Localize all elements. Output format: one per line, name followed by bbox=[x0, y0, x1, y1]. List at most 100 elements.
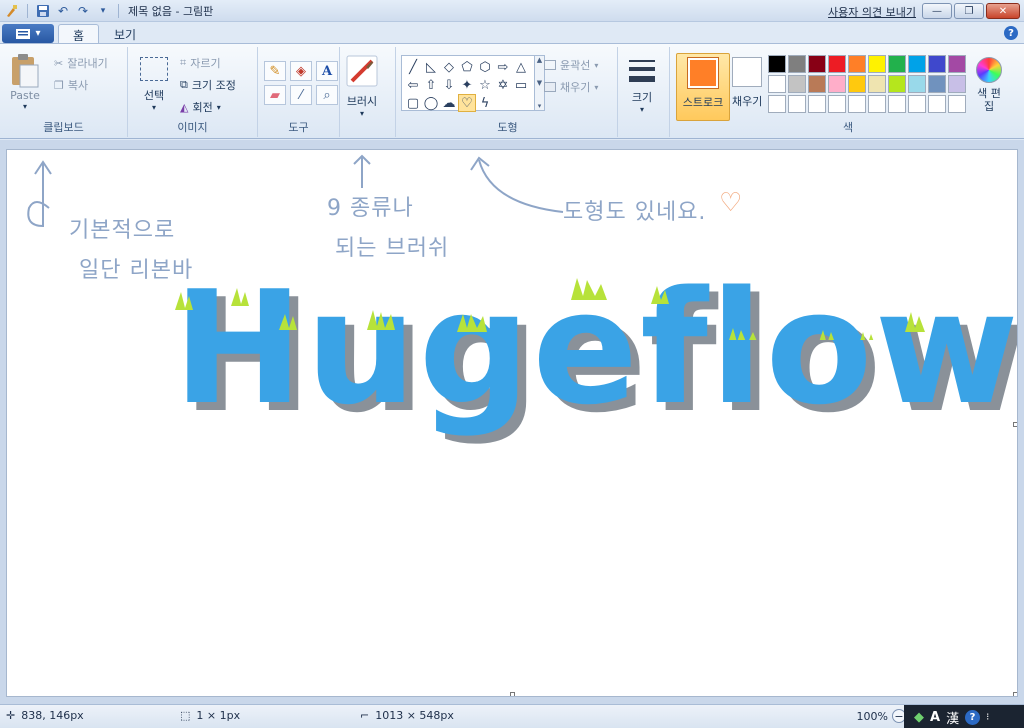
close-button[interactable]: ✕ bbox=[986, 3, 1020, 19]
color-swatch[interactable] bbox=[888, 55, 906, 73]
resize-button[interactable]: ⧉ 크기 조정 bbox=[180, 77, 236, 93]
color-swatch[interactable] bbox=[768, 75, 786, 93]
rotate-button[interactable]: ◭ 회전 ▾ bbox=[180, 99, 221, 115]
color-swatch[interactable] bbox=[848, 55, 866, 73]
copy-button[interactable]: ❐ 복사 bbox=[54, 77, 88, 93]
undo-icon[interactable]: ↶ bbox=[55, 3, 71, 19]
hexagon-shape-icon[interactable]: ⬡ bbox=[476, 58, 494, 76]
cloud-callout-shape-icon[interactable]: ☁ bbox=[440, 94, 458, 112]
right-arrow-shape-icon[interactable]: ⇨ bbox=[494, 58, 512, 76]
color-swatch[interactable] bbox=[768, 55, 786, 73]
color-swatch[interactable] bbox=[908, 55, 926, 73]
color-swatch[interactable] bbox=[908, 95, 926, 113]
fill-color-button[interactable]: 채우기 bbox=[732, 57, 762, 109]
four-point-star-shape-icon[interactable]: ✦ bbox=[458, 76, 476, 94]
five-point-star-shape-icon[interactable]: ☆ bbox=[476, 76, 494, 94]
color-swatch[interactable] bbox=[888, 75, 906, 93]
send-feedback-link[interactable]: 사용자 의견 보내기 bbox=[828, 4, 916, 20]
six-point-star-shape-icon[interactable]: ✡ bbox=[494, 76, 512, 94]
tab-home[interactable]: 홈 bbox=[58, 24, 100, 44]
color-swatch[interactable] bbox=[948, 95, 966, 113]
color-picker-icon[interactable]: ⁄ bbox=[290, 85, 312, 105]
outline-dropdown[interactable]: 윤곽선 ▾ bbox=[544, 57, 598, 73]
color-swatch[interactable] bbox=[928, 55, 946, 73]
ime-options-icon[interactable]: ⁝ bbox=[986, 712, 989, 723]
hanja-icon[interactable]: 漢 bbox=[946, 708, 959, 727]
left-arrow-shape-icon[interactable]: ⇦ bbox=[404, 76, 422, 94]
edit-colors-button[interactable]: 색 편집 bbox=[976, 57, 1002, 113]
crop-label: 자르기 bbox=[190, 57, 221, 70]
color-swatch[interactable] bbox=[768, 95, 786, 113]
chevron-up-icon[interactable]: ▲ bbox=[537, 56, 542, 64]
curved-arrow-annotation bbox=[470, 156, 564, 213]
minimize-button[interactable]: — bbox=[922, 3, 952, 19]
save-icon[interactable] bbox=[35, 3, 51, 19]
ime-toolbar: ◆ A 漢 ? ⁝ bbox=[904, 705, 1024, 728]
stroke-color-button[interactable]: 스트로크 bbox=[676, 53, 730, 121]
down-arrow-shape-icon[interactable]: ⇩ bbox=[440, 76, 458, 94]
color-swatch[interactable] bbox=[788, 75, 806, 93]
color-swatch[interactable] bbox=[948, 75, 966, 93]
triangle-shape-icon[interactable]: △ bbox=[512, 58, 530, 76]
round-callout-shape-icon[interactable]: ◯ bbox=[422, 94, 440, 112]
color-swatch[interactable] bbox=[828, 95, 846, 113]
color-swatch[interactable] bbox=[928, 75, 946, 93]
color-swatch[interactable] bbox=[888, 95, 906, 113]
eraser-icon[interactable]: ▰ bbox=[264, 85, 286, 105]
color-swatch[interactable] bbox=[868, 95, 886, 113]
color-swatch[interactable] bbox=[868, 75, 886, 93]
cut-button[interactable]: ✂ 잘라내기 bbox=[54, 55, 108, 71]
language-bar-icon[interactable]: ◆ bbox=[914, 710, 924, 725]
line-shape-icon[interactable]: ╱ bbox=[404, 58, 422, 76]
crop-button[interactable]: ⌗ 자르기 bbox=[180, 55, 221, 71]
oval-shape-icon[interactable]: ◇ bbox=[440, 58, 458, 76]
color-swatch[interactable] bbox=[788, 55, 806, 73]
tab-view[interactable]: 보기 bbox=[100, 24, 150, 44]
app-menu-icon bbox=[16, 28, 31, 39]
select-button[interactable]: 선택 ▾ bbox=[140, 57, 168, 112]
paste-button[interactable]: Paste ▾ bbox=[8, 53, 42, 111]
pentagon-shape-icon[interactable]: ⬠ bbox=[458, 58, 476, 76]
color-swatch[interactable] bbox=[788, 95, 806, 113]
curve-shape-icon[interactable]: ◺ bbox=[422, 58, 440, 76]
pencil-icon[interactable]: ✎ bbox=[264, 61, 286, 81]
ime-help-icon[interactable]: ? bbox=[965, 709, 981, 725]
resize-handle-right[interactable] bbox=[1013, 422, 1017, 427]
color-swatch[interactable] bbox=[868, 55, 886, 73]
redo-icon[interactable]: ↷ bbox=[75, 3, 91, 19]
tools-group-label: 도구 bbox=[288, 121, 309, 134]
maximize-button[interactable]: ❐ bbox=[954, 3, 984, 19]
customize-toolbar-icon[interactable]: ▾ bbox=[95, 3, 111, 19]
text-tool-icon[interactable]: A bbox=[316, 61, 338, 81]
lightning-shape-icon[interactable]: ϟ bbox=[476, 94, 494, 112]
resize-handle-corner[interactable] bbox=[1013, 692, 1017, 696]
color-swatch[interactable] bbox=[828, 75, 846, 93]
color-swatch[interactable] bbox=[808, 95, 826, 113]
fill-dropdown[interactable]: 채우기 ▾ bbox=[544, 79, 598, 95]
color-swatch[interactable] bbox=[908, 75, 926, 93]
color-swatch[interactable] bbox=[808, 75, 826, 93]
magnifier-icon[interactable]: ⌕ bbox=[316, 85, 338, 105]
color-swatch[interactable] bbox=[828, 55, 846, 73]
up-arrow-shape-icon[interactable]: ⇧ bbox=[422, 76, 440, 94]
chevron-down-icon[interactable]: ▼ bbox=[537, 79, 542, 87]
oval-callout-shape-icon[interactable]: ▢ bbox=[404, 94, 422, 112]
app-menu-button[interactable]: ▾ bbox=[2, 24, 54, 43]
rounded-rectangle-shape-icon[interactable]: ▭ bbox=[512, 76, 530, 94]
color-swatch[interactable] bbox=[848, 75, 866, 93]
size-label: 크기 bbox=[631, 91, 653, 104]
drawing-canvas[interactable]: 기본적으로 일단 리본바 9 종류나 되는 브러쉬 도형도 있네요. ♡ Hug… bbox=[6, 149, 1018, 697]
color-swatch[interactable] bbox=[808, 55, 826, 73]
color-swatch[interactable] bbox=[928, 95, 946, 113]
resize-handle-bottom[interactable] bbox=[510, 692, 515, 696]
expand-gallery-icon[interactable]: ▾ bbox=[538, 102, 542, 110]
size-button[interactable]: 크기 ▾ bbox=[628, 57, 656, 114]
fill-bucket-icon[interactable]: ◈ bbox=[290, 61, 312, 81]
ime-mode-icon[interactable]: A bbox=[930, 710, 940, 725]
brushes-button[interactable]: 브러시 ▾ bbox=[346, 55, 378, 118]
color-swatch[interactable] bbox=[948, 55, 966, 73]
color-swatch[interactable] bbox=[848, 95, 866, 113]
help-icon[interactable]: ? bbox=[1004, 26, 1018, 40]
heart-shape-icon[interactable]: ♡ bbox=[458, 94, 476, 112]
paint-app-icon[interactable] bbox=[4, 3, 20, 19]
